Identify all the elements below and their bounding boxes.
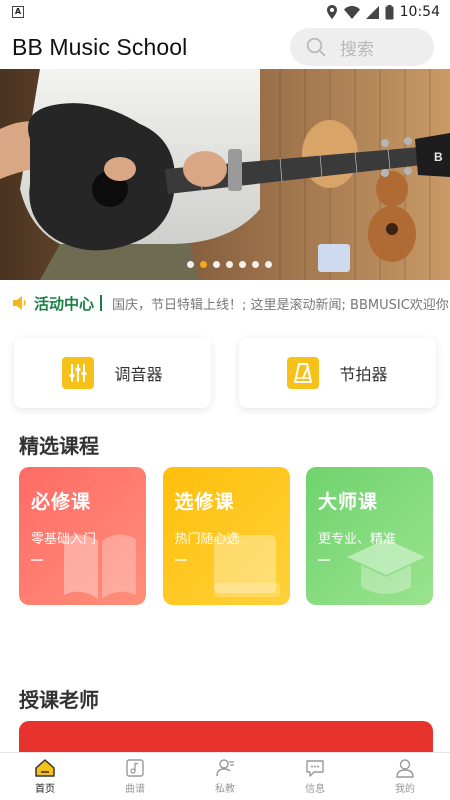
carousel-dot[interactable] xyxy=(212,261,220,268)
search-icon xyxy=(306,37,326,57)
app-header: BB Music School 搜索 xyxy=(0,24,450,70)
carousel-dot[interactable] xyxy=(225,261,233,268)
book-icon xyxy=(64,534,136,599)
bottom-navigation: 首页 曲谱 私教 信息 我的 xyxy=(0,752,450,800)
metronome-button[interactable]: 节拍器 xyxy=(239,338,436,408)
metronome-label: 节拍器 xyxy=(339,365,388,384)
course-divider xyxy=(318,559,330,561)
courses-section-title: 精选课程 xyxy=(19,434,99,458)
course-title: 大师课 xyxy=(318,491,379,513)
search-input[interactable]: 搜索 xyxy=(290,28,434,66)
tool-cards: 调音器 节拍器 xyxy=(14,338,436,410)
course-card-required[interactable]: 必修课 零基础入门 xyxy=(19,467,146,605)
app-title: BB Music School xyxy=(12,33,188,60)
course-list: 必修课 零基础入门 选修课 热门随心选 大师课 更专业、精准 xyxy=(19,467,433,607)
wifi-icon xyxy=(343,5,360,19)
course-card-elective[interactable]: 选修课 热门随心选 xyxy=(162,467,290,605)
banner-image: B xyxy=(0,69,450,280)
nav-label: 信息 xyxy=(305,784,325,795)
ticker-divider xyxy=(100,295,103,311)
message-icon xyxy=(306,760,324,777)
news-ticker[interactable]: 活动中心 国庆，节日特辑上线！; 这里是滚动新闻; BBMUSIC欢迎你 xyxy=(0,283,450,323)
profile-icon xyxy=(396,759,414,778)
nav-label: 首页 xyxy=(35,784,55,795)
graduation-cap-icon xyxy=(347,539,425,594)
tuner-label: 调音器 xyxy=(114,365,163,384)
nav-tutor[interactable]: 私教 xyxy=(180,753,270,800)
carousel-dot[interactable] xyxy=(251,261,259,268)
teachers-section-title: 授课老师 xyxy=(19,688,99,712)
nav-home[interactable]: 首页 xyxy=(0,753,90,800)
nav-label: 曲谱 xyxy=(125,784,145,795)
location-icon xyxy=(326,5,337,19)
metronome-icon xyxy=(287,357,320,389)
signal-icon xyxy=(365,5,379,19)
speaker-icon xyxy=(13,296,26,310)
course-title: 必修课 xyxy=(31,491,92,513)
search-placeholder: 搜索 xyxy=(340,39,374,60)
nav-label: 我的 xyxy=(395,784,415,795)
ticker-text: 国庆，节日特辑上线！; 这里是滚动新闻; BBMUSIC欢迎你 xyxy=(112,297,449,313)
tutor-icon xyxy=(216,759,234,777)
carousel-dot[interactable] xyxy=(264,261,272,268)
course-divider xyxy=(174,559,187,561)
home-icon xyxy=(35,759,55,777)
course-card-master[interactable]: 大师课 更专业、精准 xyxy=(306,467,433,605)
carousel-dot[interactable] xyxy=(186,261,194,268)
carousel-dots xyxy=(0,261,450,268)
course-title: 选修课 xyxy=(174,491,235,513)
carousel-dot[interactable] xyxy=(238,261,246,268)
closed-book-icon xyxy=(213,535,280,597)
course-divider xyxy=(31,559,43,561)
nav-profile[interactable]: 我的 xyxy=(360,753,450,800)
notification-badge: A xyxy=(12,6,24,18)
nav-label: 私教 xyxy=(215,784,235,795)
battery-icon xyxy=(385,4,394,19)
carousel-dot-active[interactable] xyxy=(199,261,207,268)
nav-sheet-music[interactable]: 曲谱 xyxy=(90,753,180,800)
tuner-sliders-icon xyxy=(62,357,95,389)
banner-carousel[interactable]: B xyxy=(0,69,450,280)
nav-messages[interactable]: 信息 xyxy=(270,753,360,800)
sheet-music-icon xyxy=(126,759,144,777)
clock: 10:54 xyxy=(399,4,440,20)
banner-brand-mark: B xyxy=(434,150,443,164)
ticker-label: 活动中心 xyxy=(34,294,95,313)
status-bar: A 10:54 xyxy=(0,0,450,24)
tuner-button[interactable]: 调音器 xyxy=(14,338,211,408)
